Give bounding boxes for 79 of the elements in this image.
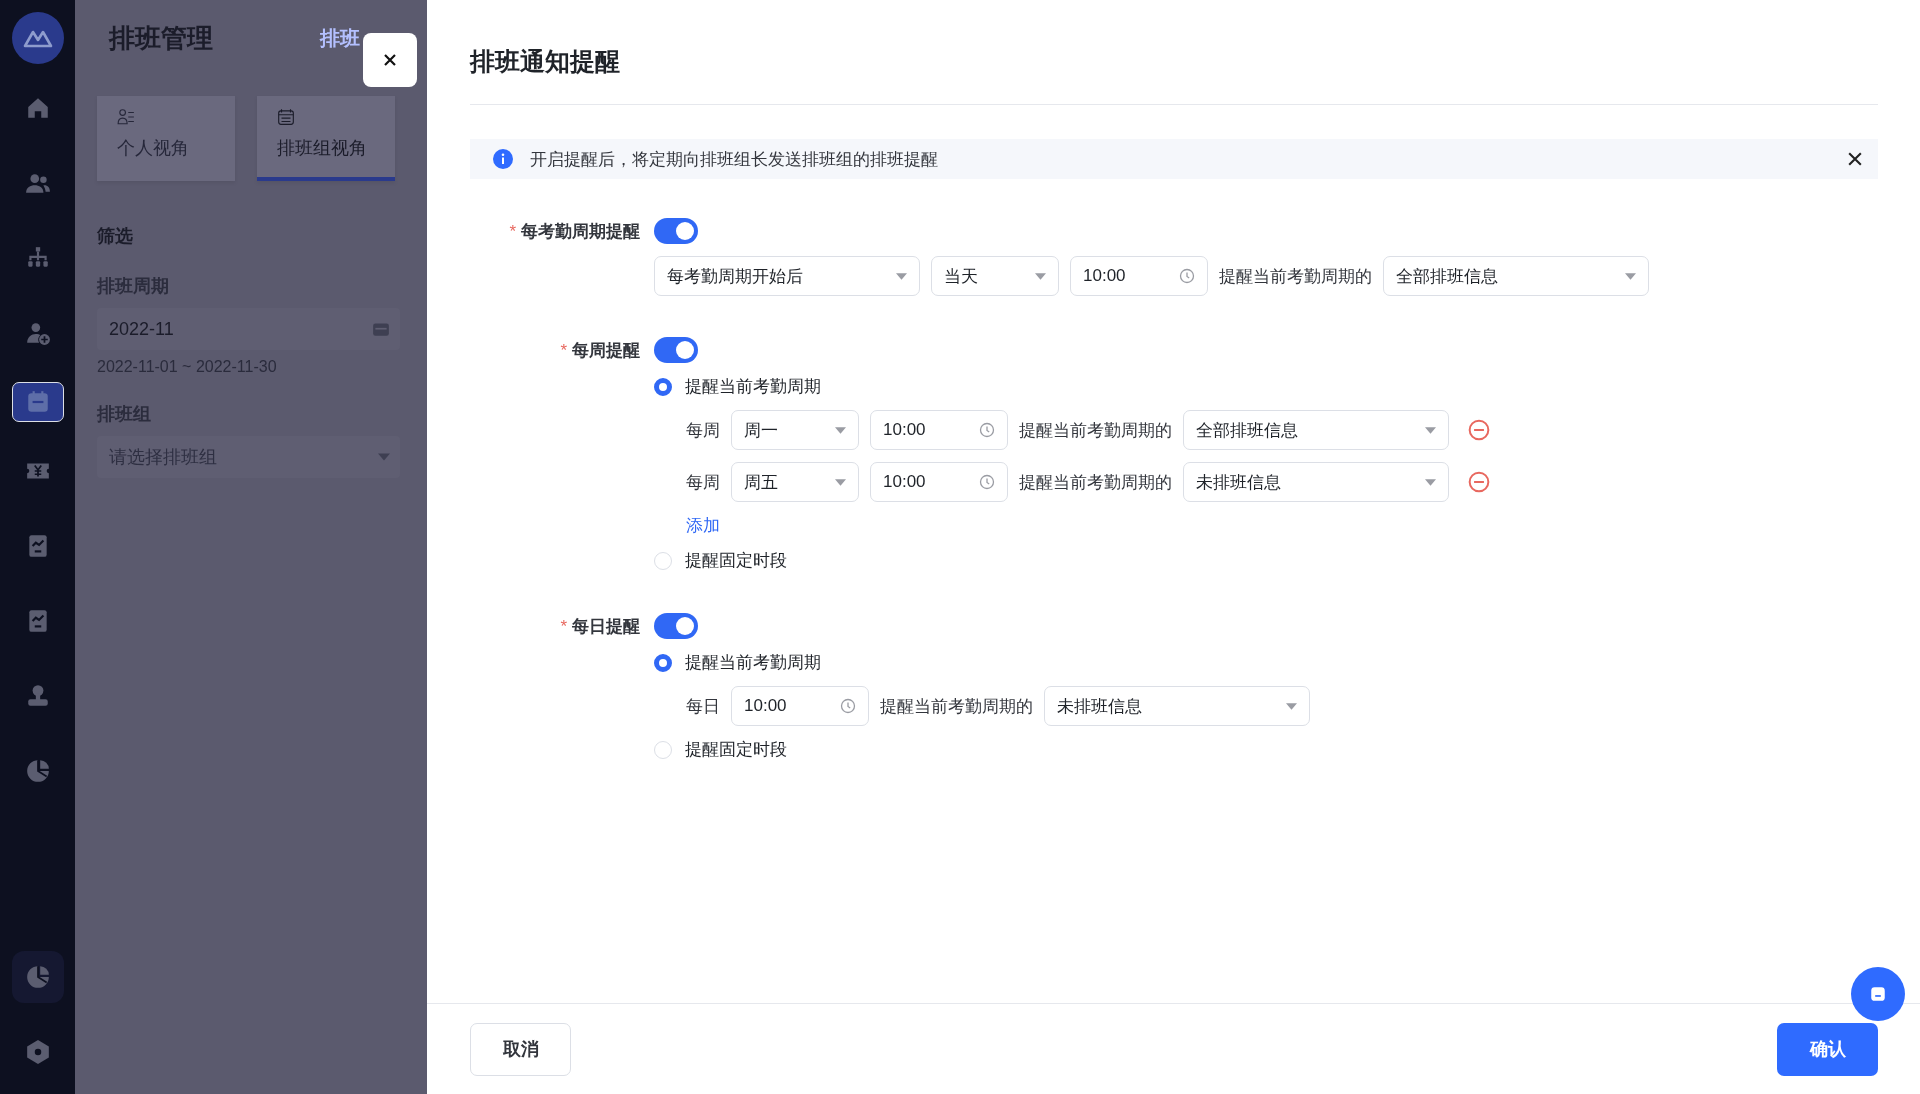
row-label: 提醒当前考勤周期的 xyxy=(1019,471,1172,494)
pie-chart-icon xyxy=(24,758,51,784)
nav-item[interactable] xyxy=(11,382,64,422)
add-link[interactable]: 添加 xyxy=(686,514,720,537)
caret-icon xyxy=(835,478,846,486)
required-mark: * xyxy=(560,617,567,636)
notice-text: 开启提醒后，将定期向排班组长发送排班组的排班提醒 xyxy=(530,148,939,171)
row-label: 提醒当前考勤周期的 xyxy=(880,695,1033,718)
calendar-icon xyxy=(372,320,390,338)
pie-chart-icon xyxy=(24,964,51,990)
chat-icon xyxy=(1869,985,1887,1003)
info-icon xyxy=(493,149,513,169)
field-label: 每周提醒 xyxy=(572,341,640,360)
logo-icon xyxy=(11,12,64,64)
chat-button[interactable] xyxy=(1851,967,1905,1021)
select-field[interactable]: 未排班信息 xyxy=(1183,462,1449,502)
caret-icon xyxy=(1286,702,1297,710)
time-field[interactable]: 10:00 xyxy=(870,462,1008,502)
settings-icon xyxy=(24,1039,51,1065)
radio-button[interactable] xyxy=(654,377,672,396)
radio-label[interactable]: 提醒固定时段 xyxy=(685,738,787,761)
select-field[interactable]: 全部排班信息 xyxy=(1383,256,1649,296)
remove-button[interactable] xyxy=(1468,471,1490,493)
clock-icon xyxy=(840,698,856,714)
required-mark: * xyxy=(560,341,567,360)
row-label: 每日 xyxy=(686,695,720,718)
select-field[interactable]: 每考勤周期开始后 xyxy=(654,256,920,296)
radio-option[interactable]: 提醒固定时段 xyxy=(654,549,787,572)
person-add-icon xyxy=(24,320,51,346)
time-field[interactable]: 10:00 xyxy=(731,686,869,726)
row-label: 每周 xyxy=(686,471,720,494)
close-button[interactable] xyxy=(1848,152,1862,166)
caret-icon xyxy=(1625,272,1636,280)
required-mark: * xyxy=(509,222,516,241)
select-field[interactable]: 当天 xyxy=(931,256,1059,296)
close-icon xyxy=(382,52,398,68)
clock-icon xyxy=(979,474,995,490)
select-field[interactable]: 周一 xyxy=(731,410,859,450)
select-field[interactable]: 未排班信息 xyxy=(1044,686,1310,726)
close-icon xyxy=(1848,152,1862,166)
field-label: 每日提醒 xyxy=(572,617,640,636)
caret-icon xyxy=(1035,272,1046,280)
page-title: 排班管理 xyxy=(107,21,213,55)
close-button[interactable] xyxy=(363,33,417,87)
person-list-icon xyxy=(117,108,135,126)
radio-button[interactable] xyxy=(654,653,672,672)
caret-icon xyxy=(1425,426,1436,434)
clock-icon xyxy=(1179,268,1195,284)
cancel-button[interactable]: 取消 xyxy=(470,1022,571,1076)
radio-label[interactable]: 提醒当前考勤周期 xyxy=(685,375,821,398)
radio-option[interactable]: 提醒当前考勤周期 xyxy=(654,651,821,674)
caret-icon xyxy=(1425,478,1436,486)
radio-label[interactable]: 提醒当前考勤周期 xyxy=(685,651,821,674)
radio-option[interactable]: 提醒当前考勤周期 xyxy=(654,375,821,398)
row-label: 每周 xyxy=(686,419,720,442)
caret-icon xyxy=(835,426,846,434)
radio-label[interactable]: 提醒固定时段 xyxy=(685,549,787,572)
toggle-switch[interactable] xyxy=(654,218,698,244)
toggle-switch[interactable] xyxy=(654,337,698,363)
confirm-button[interactable]: 确认 xyxy=(1777,1022,1878,1076)
select-field[interactable]: 全部排班信息 xyxy=(1183,410,1449,450)
caret-icon xyxy=(896,272,907,280)
clock-icon xyxy=(979,422,995,438)
toggle-switch[interactable] xyxy=(654,613,698,639)
remove-button[interactable] xyxy=(1468,419,1490,441)
minus-circle-icon xyxy=(1468,419,1490,441)
field-label: 每考勤周期提醒 xyxy=(521,222,640,241)
minus-circle-icon xyxy=(1468,471,1490,493)
row-label: 提醒当前考勤周期的 xyxy=(1019,419,1172,442)
calendar-icon xyxy=(277,108,295,126)
time-field[interactable]: 10:00 xyxy=(870,410,1008,450)
filter-heading: 筛选 xyxy=(97,225,134,248)
row-label: 提醒当前考勤周期的 xyxy=(1219,265,1372,288)
page-link[interactable]: 排班 xyxy=(320,24,360,52)
time-field[interactable]: 10:00 xyxy=(1070,256,1208,296)
caret-icon xyxy=(378,453,390,461)
select-field[interactable]: 周五 xyxy=(731,462,859,502)
drawer-title: 排班通知提醒 xyxy=(470,46,621,77)
radio-option[interactable]: 提醒固定时段 xyxy=(654,738,787,761)
